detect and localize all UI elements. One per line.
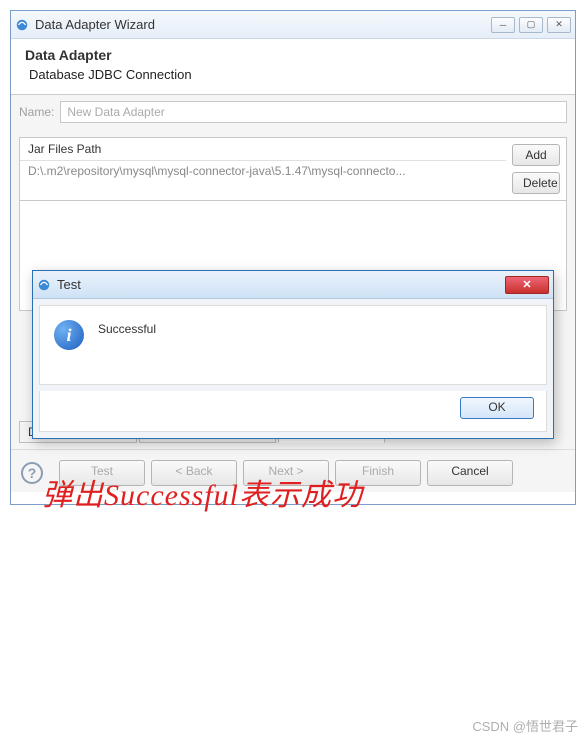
- jar-files-group: Jar Files Path D:\.m2\repository\mysql\m…: [19, 137, 567, 201]
- info-icon: i: [54, 320, 84, 350]
- help-icon[interactable]: ?: [21, 462, 43, 484]
- dialog-titlebar[interactable]: Test ✕: [33, 271, 553, 299]
- ok-button[interactable]: OK: [460, 397, 534, 419]
- banner-title: Data Adapter: [25, 47, 561, 63]
- test-dialog: Test ✕ i Successful OK: [32, 270, 554, 439]
- dialog-body: i Successful: [39, 305, 547, 385]
- name-input[interactable]: [60, 101, 567, 123]
- dialog-title-text: Test: [57, 277, 81, 292]
- banner: Data Adapter Database JDBC Connection: [11, 39, 575, 95]
- window-title: Data Adapter Wizard: [35, 17, 155, 32]
- watermark: CSDN @悟世君子: [472, 716, 578, 735]
- close-button[interactable]: ✕: [547, 17, 571, 33]
- app-icon: [37, 278, 51, 292]
- maximize-button[interactable]: ▢: [519, 17, 543, 33]
- app-icon: [15, 18, 29, 32]
- jar-table[interactable]: Jar Files Path D:\.m2\repository\mysql\m…: [20, 138, 506, 200]
- annotation-text: 弹出Successful表示成功: [42, 470, 363, 514]
- minimize-button[interactable]: ─: [491, 17, 515, 33]
- banner-subtitle: Database JDBC Connection: [25, 67, 561, 82]
- dialog-footer: OK: [39, 391, 547, 432]
- dialog-close-button[interactable]: ✕: [505, 276, 549, 294]
- dialog-message: Successful: [98, 320, 156, 336]
- table-row[interactable]: D:\.m2\repository\mysql\mysql-connector-…: [20, 161, 506, 181]
- titlebar[interactable]: Data Adapter Wizard ─ ▢ ✕: [11, 11, 575, 39]
- cancel-button[interactable]: Cancel: [427, 460, 513, 486]
- jar-table-header: Jar Files Path: [20, 138, 506, 161]
- name-label: Name:: [19, 105, 54, 119]
- add-button[interactable]: Add: [512, 144, 560, 166]
- delete-button[interactable]: Delete: [512, 172, 560, 194]
